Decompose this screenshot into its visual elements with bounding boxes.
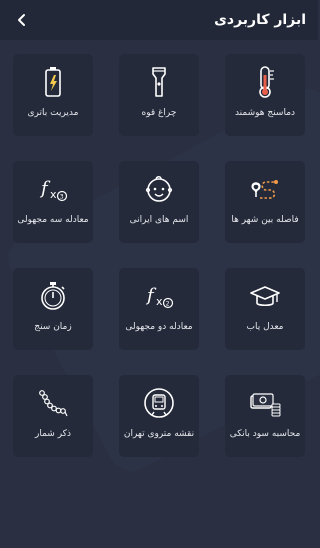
tile-label: مدیریت باتری <box>27 108 79 118</box>
tile-thermometer[interactable]: دماسنج هوشمند <box>225 54 305 136</box>
tile-label: نقشه متروی تهران <box>123 429 195 439</box>
app-header: ابزار کاربردی <box>0 0 318 40</box>
tile-label: فاصله بین شهر ها <box>231 215 299 225</box>
tile-label: چراغ قوه <box>141 108 177 118</box>
prayer-beads-icon <box>35 385 71 421</box>
svg-text:x: x <box>156 295 163 308</box>
tile-dhikr-counter[interactable]: ذکر شمار <box>13 375 93 457</box>
tile-bank-interest[interactable]: محاسبه سود بانکی <box>225 375 305 457</box>
page-title: ابزار کاربردی <box>214 12 306 28</box>
chevron-left-icon <box>18 14 25 26</box>
tile-label: معدل یاب <box>246 322 284 332</box>
tile-battery[interactable]: مدیریت باتری <box>13 54 93 136</box>
svg-text:x: x <box>50 188 57 201</box>
tile-gpa-finder[interactable]: معدل یاب <box>225 268 305 350</box>
tile-label: ذکر شمار <box>35 429 71 439</box>
tile-city-distance[interactable]: فاصله بین شهر ها <box>225 161 305 243</box>
money-coins-icon <box>247 385 283 421</box>
tile-tehran-metro[interactable]: نقشه متروی تهران <box>119 375 199 457</box>
flashlight-icon <box>141 64 177 100</box>
back-button[interactable] <box>12 10 32 30</box>
function-x2-icon: f x 2 <box>141 278 177 314</box>
tile-label: زمان سنج <box>34 322 72 332</box>
svg-text:3: 3 <box>60 194 64 201</box>
route-pin-icon <box>247 171 283 207</box>
tile-iranian-names[interactable]: اسم های ایرانی <box>119 161 199 243</box>
svg-text:2: 2 <box>166 301 170 308</box>
thermometer-icon <box>247 64 283 100</box>
tile-two-var-equation[interactable]: f x 2 معادله دو مجهولی <box>119 268 199 350</box>
tile-label: دماسنج هوشمند <box>234 108 296 118</box>
tools-grid: دماسنج هوشمند چراغ قوه مدیریت باتری فاصل… <box>0 40 318 548</box>
tile-label: معادله دو مجهولی <box>125 322 193 332</box>
tile-label: معادله سه مجهولی <box>17 215 89 225</box>
tile-three-var-equation[interactable]: f x 3 معادله سه مجهولی <box>13 161 93 243</box>
tile-label: اسم های ایرانی <box>129 215 189 225</box>
graduation-cap-icon <box>247 278 283 314</box>
baby-face-icon <box>141 171 177 207</box>
tile-label: محاسبه سود بانکی <box>229 429 301 439</box>
stopwatch-icon <box>35 278 71 314</box>
battery-icon <box>35 64 71 100</box>
function-x3-icon: f x 3 <box>35 171 71 207</box>
tile-flashlight[interactable]: چراغ قوه <box>119 54 199 136</box>
tile-stopwatch[interactable]: زمان سنج <box>13 268 93 350</box>
metro-train-icon <box>141 385 177 421</box>
